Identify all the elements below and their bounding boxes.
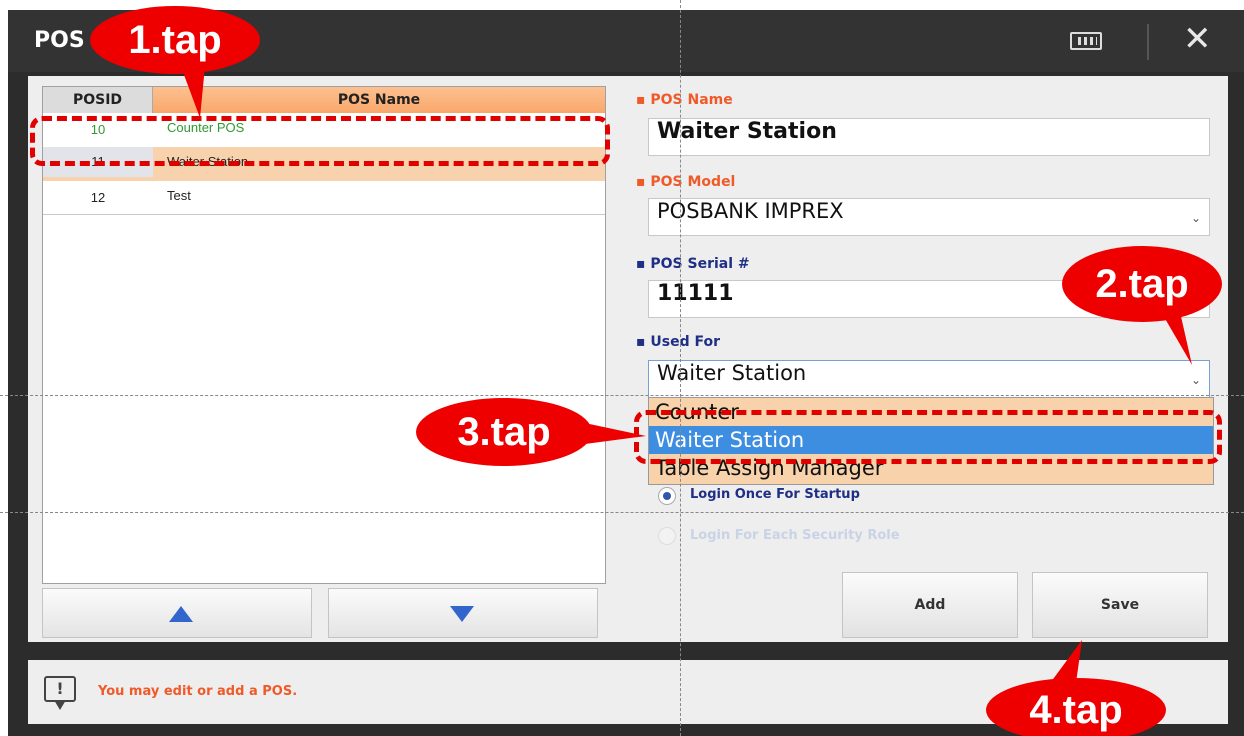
pos-model-label: ▪ POS Model: [636, 174, 736, 190]
close-icon[interactable]: ✕: [1183, 22, 1212, 56]
row-pos-name: Test: [167, 188, 191, 203]
highlight-box-step1: [30, 116, 610, 166]
chevron-down-icon: ⌄: [1190, 211, 1201, 225]
step-2-callout: 2.tap: [1062, 246, 1222, 322]
login-each-label: Login For Each Security Role: [690, 528, 900, 543]
step-4-callout: 4.tap: [986, 678, 1166, 736]
pos-name-value: Waiter Station: [657, 119, 837, 144]
status-message: You may edit or add a POS.: [98, 684, 298, 699]
login-once-label: Login Once For Startup: [690, 487, 860, 502]
pos-name-label: ▪ POS Name: [636, 92, 733, 108]
message-icon: !: [44, 676, 76, 702]
add-button[interactable]: Add: [842, 572, 1018, 638]
pos-name-field[interactable]: Waiter Station: [648, 118, 1210, 156]
login-each-radio[interactable]: [658, 527, 676, 545]
title-separator: [1147, 24, 1149, 60]
message-icon-tail: [54, 700, 66, 710]
table-row[interactable]: 12 Test: [43, 181, 605, 215]
triangle-up-icon: [169, 606, 193, 622]
triangle-down-icon: [450, 606, 474, 622]
step-3-callout: 3.tap: [416, 398, 592, 466]
move-up-button[interactable]: [42, 588, 312, 638]
guide-line-horizontal: [0, 395, 1244, 396]
used-for-label: ▪ Used For: [636, 334, 720, 350]
column-header-posid[interactable]: POSID: [43, 87, 153, 113]
pos-model-value: POSBANK IMPREX: [657, 199, 844, 223]
save-button[interactable]: Save: [1032, 572, 1208, 638]
serial-label: ▪ POS Serial #: [636, 256, 750, 272]
step-1-callout: 1.tap: [90, 6, 260, 74]
keyboard-icon[interactable]: [1070, 32, 1102, 50]
guide-line-horizontal: [0, 512, 1244, 513]
window-title: POS: [34, 28, 85, 53]
pos-model-select[interactable]: POSBANK IMPREX ⌄: [648, 198, 1210, 236]
chevron-down-icon: ⌄: [1190, 373, 1201, 387]
login-once-radio[interactable]: [658, 487, 676, 505]
serial-value: 11111: [657, 281, 734, 306]
used-for-select[interactable]: Waiter Station ⌄: [648, 360, 1210, 398]
highlight-box-step3: [634, 410, 1222, 464]
move-down-button[interactable]: [328, 588, 598, 638]
row-posid: 12: [90, 190, 106, 205]
guide-line-vertical: [680, 0, 681, 736]
column-header-pos-name[interactable]: POS Name: [153, 87, 605, 113]
